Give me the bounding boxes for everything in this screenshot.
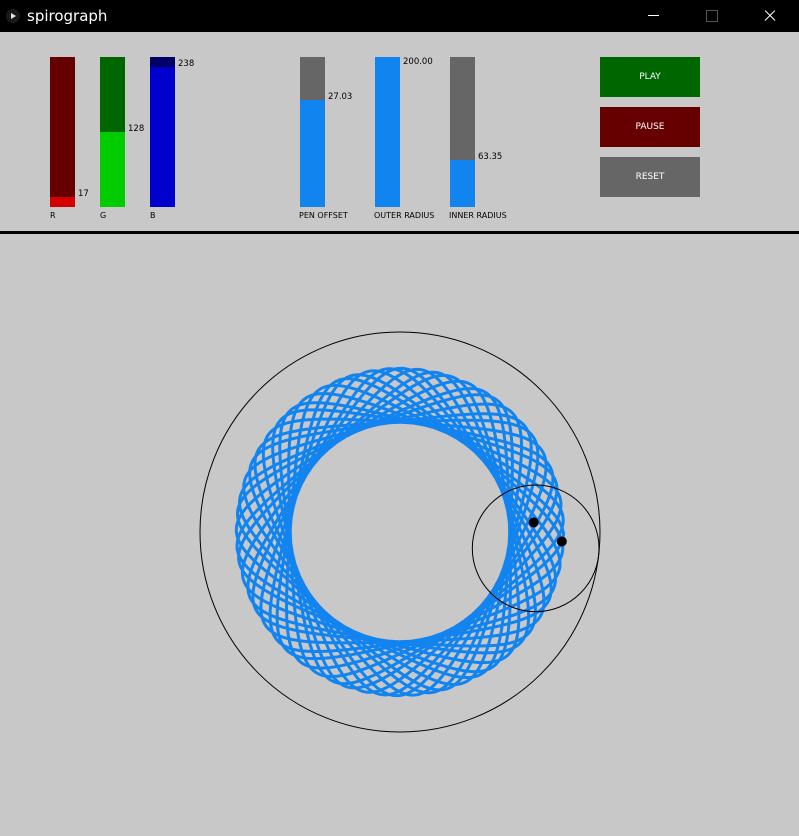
pen-dot	[556, 536, 567, 547]
maximize-button[interactable]	[688, 0, 734, 32]
pause-button[interactable]: PAUSE	[600, 107, 700, 147]
window-title: spirograph	[27, 7, 108, 25]
slider-fill	[50, 197, 75, 207]
pen-offset-label: PEN OFFSET	[299, 211, 348, 220]
slider-fill	[375, 57, 400, 207]
red-slider[interactable]: 17	[50, 57, 89, 207]
slider-fill	[100, 132, 125, 207]
slider-fill	[450, 160, 475, 207]
reset-button[interactable]: RESET	[600, 157, 700, 197]
minimize-button[interactable]	[630, 0, 676, 32]
pen-offset-slider[interactable]: 27.03	[300, 57, 352, 207]
slider-value: 200.00	[403, 57, 433, 67]
slider-value: 17	[78, 189, 89, 199]
app-icon	[6, 9, 20, 23]
gear-center-dot	[528, 517, 539, 528]
outer-radius-label: OUTER RADIUS	[374, 211, 435, 220]
drawing-canvas[interactable]	[0, 234, 799, 832]
spirograph-svg	[199, 331, 601, 733]
inner-radius-slider[interactable]: 63.35	[450, 57, 502, 207]
blue-slider-label: B	[150, 211, 156, 220]
slider-value: 238	[178, 59, 195, 69]
close-button[interactable]	[746, 0, 792, 32]
slider-value: 128	[128, 124, 145, 134]
spirograph-curve	[234, 366, 566, 698]
green-slider-label: G	[100, 211, 107, 220]
slider-fill	[300, 100, 325, 207]
blue-slider[interactable]: 238	[150, 57, 194, 207]
green-slider[interactable]: 128	[100, 57, 144, 207]
slider-fill	[150, 67, 175, 207]
play-button[interactable]: PLAY	[600, 57, 700, 97]
title-bar: spirograph	[0, 0, 799, 32]
inner-radius-label: INNER RADIUS	[449, 211, 507, 220]
outer-radius-slider[interactable]: 200.00	[375, 57, 433, 207]
slider-track	[50, 57, 75, 207]
red-slider-label: R	[50, 211, 56, 220]
slider-value: 63.35	[478, 152, 503, 162]
slider-value: 27.03	[328, 92, 353, 102]
